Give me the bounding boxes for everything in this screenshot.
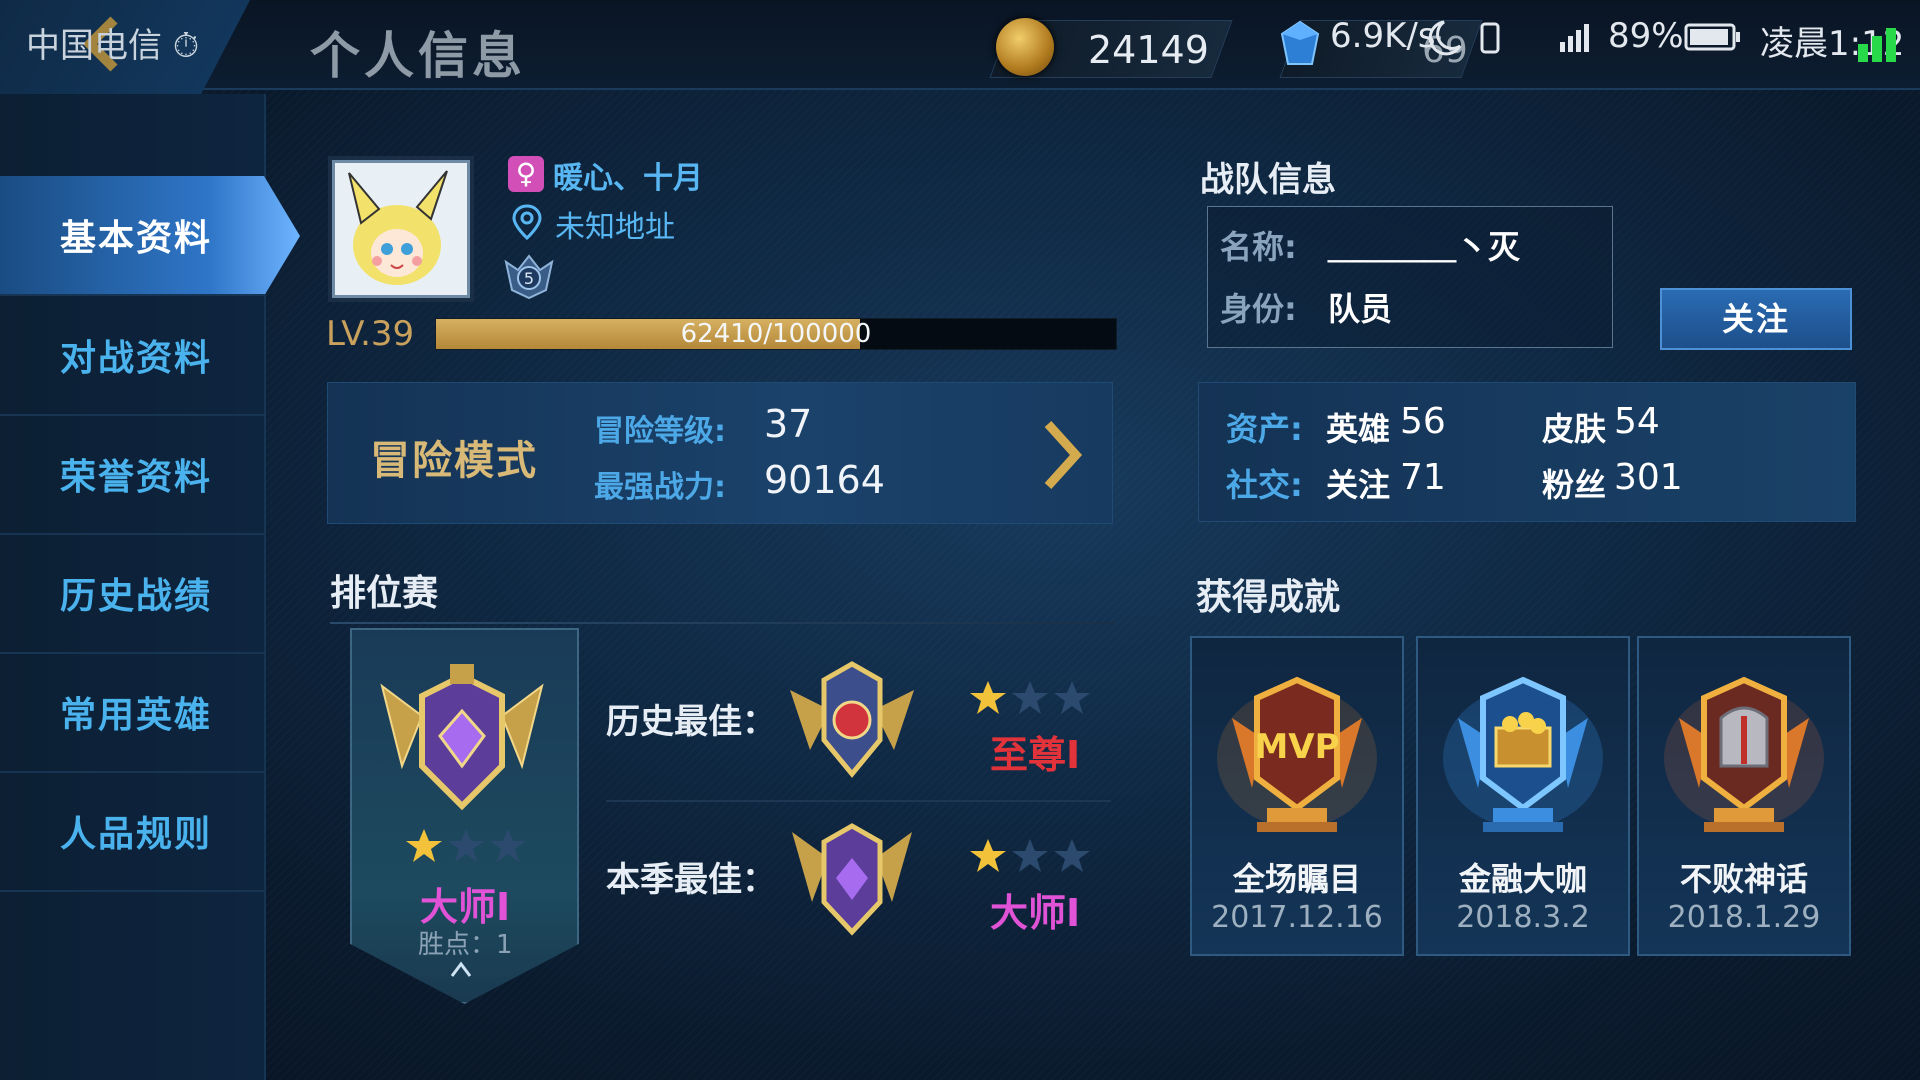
team-name-label: 名称: bbox=[1220, 228, 1297, 266]
avatar[interactable] bbox=[332, 160, 470, 298]
heroes-count: 56 bbox=[1400, 401, 1446, 442]
sidebar-item-label: 历史战绩 bbox=[60, 576, 213, 617]
assets-label: 资产: bbox=[1226, 410, 1303, 448]
achievement-name: 不败神话 bbox=[1679, 860, 1808, 898]
star-empty-icon bbox=[1012, 681, 1048, 714]
treasure-trophy-icon bbox=[1443, 676, 1603, 832]
team-role-value: 队员 bbox=[1328, 290, 1393, 328]
supreme-rank-crest-icon bbox=[790, 661, 914, 778]
page-title: 个人信息 bbox=[310, 27, 526, 85]
star-empty-icon bbox=[1054, 681, 1090, 714]
master-rank-crest-icon bbox=[380, 664, 544, 811]
achievement-card[interactable]: MVP 全场瞩目 2017.12.16 bbox=[1190, 636, 1404, 956]
star-empty-icon bbox=[448, 829, 484, 862]
chevron-right-icon[interactable] bbox=[1040, 418, 1086, 492]
player-nickname: 暖心、十月 bbox=[553, 161, 703, 196]
background-texture bbox=[0, 0, 1920, 1080]
avatar-pikachu-icon bbox=[335, 163, 467, 295]
season-best-rank: 大师Ⅰ bbox=[990, 891, 1081, 935]
sidebar-item-label: 荣誉资料 bbox=[60, 457, 213, 498]
max-power-value: 90164 bbox=[764, 458, 885, 502]
sidebar-item-basic-info[interactable]: 基本资料 bbox=[0, 176, 300, 296]
vip-badge-number: 5 bbox=[524, 269, 534, 288]
team-info-heading: 战队信息 bbox=[1200, 160, 1336, 200]
history-best-rank: 至尊Ⅰ bbox=[990, 733, 1081, 777]
adventure-level-label: 冒险等级: bbox=[594, 414, 726, 449]
star-empty-icon bbox=[490, 829, 526, 862]
star-filled-icon bbox=[970, 681, 1006, 714]
ranked-divider bbox=[330, 622, 1115, 624]
moon-icon bbox=[1428, 20, 1462, 56]
carrier-label: 中国电信 ⏱ bbox=[26, 26, 200, 66]
fans-count: 301 bbox=[1614, 457, 1683, 498]
star-empty-icon bbox=[1054, 839, 1090, 872]
heroes-key: 英雄 bbox=[1326, 410, 1391, 448]
achievement-card[interactable]: 不败神话 2018.1.29 bbox=[1637, 636, 1851, 956]
player-level: LV.39 bbox=[326, 314, 415, 354]
sidebar-item-common-heroes[interactable]: 常用英雄 bbox=[0, 653, 264, 773]
sidebar-item-label: 常用英雄 bbox=[60, 695, 213, 736]
xp-progress-text: 62410/100000 bbox=[680, 319, 872, 349]
gold-value: 24149 bbox=[1088, 28, 1209, 72]
history-best-stars bbox=[968, 678, 1092, 718]
battery-percent: 89% bbox=[1608, 16, 1684, 56]
sidebar-item-credit-rules[interactable]: 人品规则 bbox=[0, 772, 264, 892]
female-icon: ♀ bbox=[508, 156, 544, 192]
ranked-row-divider bbox=[606, 800, 1111, 802]
vibrate-icon bbox=[1480, 22, 1500, 54]
season-best-label: 本季最佳： bbox=[606, 860, 776, 900]
skins-key: 皮肤 bbox=[1542, 410, 1607, 448]
diamond-icon bbox=[1280, 20, 1320, 65]
adventure-level-value: 37 bbox=[764, 402, 813, 446]
star-filled-icon bbox=[970, 839, 1006, 872]
mvp-trophy-icon: MVP bbox=[1217, 676, 1377, 832]
star-filled-icon bbox=[406, 829, 442, 862]
adventure-mode-title: 冒险模式 bbox=[370, 438, 538, 484]
following-count: 71 bbox=[1400, 457, 1446, 498]
sidebar-item-label: 基本资料 bbox=[60, 218, 213, 259]
signal-icon bbox=[1560, 24, 1589, 52]
history-best-label: 历史最佳： bbox=[606, 702, 776, 742]
sidebar-item-match-history[interactable]: 历史战绩 bbox=[0, 534, 264, 654]
social-label: 社交: bbox=[1226, 466, 1303, 504]
achievement-date: 2018.1.29 bbox=[1667, 900, 1821, 935]
ranked-heading: 排位赛 bbox=[330, 573, 439, 614]
svg-text:MVP: MVP bbox=[1254, 727, 1339, 767]
master-rank-crest-small-icon bbox=[792, 823, 912, 936]
signal-bars-icon bbox=[1858, 28, 1896, 62]
follow-button[interactable]: 关注 bbox=[1660, 288, 1852, 350]
fans-key: 粉丝 bbox=[1542, 466, 1607, 504]
sidebar-item-label: 人品规则 bbox=[60, 814, 213, 855]
achievement-date: 2017.12.16 bbox=[1211, 900, 1383, 935]
gold-coin-icon bbox=[996, 18, 1054, 76]
battery-icon bbox=[1684, 23, 1740, 51]
current-rank-name: 大师Ⅰ bbox=[420, 885, 511, 929]
following-key: 关注 bbox=[1326, 466, 1391, 504]
team-role-label: 身份: bbox=[1220, 290, 1297, 328]
achievement-name: 金融大咖 bbox=[1458, 860, 1587, 898]
expand-chevron-icon bbox=[450, 961, 472, 977]
achievement-name: 全场瞩目 bbox=[1232, 860, 1361, 898]
win-points: 胜点：1 bbox=[418, 930, 513, 960]
current-rank-stars bbox=[404, 826, 528, 866]
sidebar-item-honor-info[interactable]: 荣誉资料 bbox=[0, 415, 264, 535]
vip-badge-icon: 5 bbox=[504, 254, 554, 300]
achievement-card[interactable]: 金融大咖 2018.3.2 bbox=[1416, 636, 1630, 956]
skins-count: 54 bbox=[1614, 401, 1660, 442]
max-power-label: 最强战力: bbox=[594, 470, 726, 505]
helmet-trophy-icon bbox=[1664, 676, 1824, 832]
achievements-heading: 获得成就 bbox=[1196, 577, 1341, 618]
sidebar-item-battle-info[interactable]: 对战资料 bbox=[0, 296, 264, 416]
achievement-date: 2018.3.2 bbox=[1456, 900, 1590, 935]
player-location: 未知地址 bbox=[555, 210, 675, 245]
location-pin-icon bbox=[512, 204, 542, 240]
star-empty-icon bbox=[1012, 839, 1048, 872]
season-best-stars bbox=[968, 836, 1092, 876]
xp-progress-bar: 62410/100000 bbox=[435, 318, 1117, 350]
team-name-value: ＿＿＿＿丶灭 bbox=[1328, 228, 1521, 266]
sidebar-item-label: 对战资料 bbox=[60, 338, 213, 379]
